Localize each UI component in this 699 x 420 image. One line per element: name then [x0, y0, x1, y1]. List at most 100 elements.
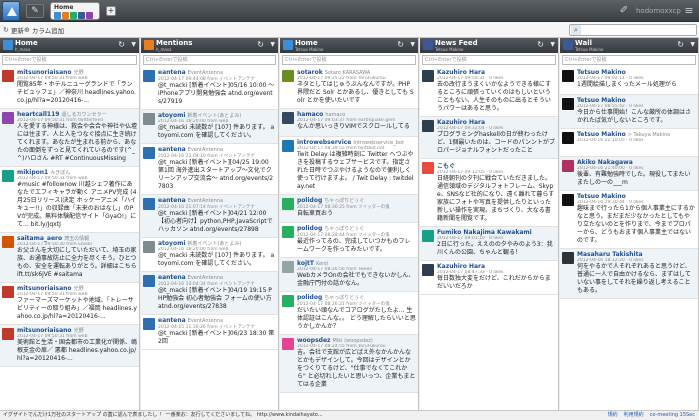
chevron-down-icon[interactable]: ▼ — [690, 41, 695, 48]
add-column-button[interactable]: ⊕ カラム追加 — [24, 25, 64, 35]
tool-icon[interactable]: ✐ — [617, 4, 631, 18]
chevron-down-icon[interactable]: ▼ — [410, 41, 415, 48]
account-tab-home[interactable]: Home — [50, 2, 100, 20]
tweet-author[interactable]: polidog ちゃっぽりどぅぐ — [297, 197, 416, 204]
avatar[interactable] — [562, 70, 574, 82]
refresh-icon[interactable]: ↻ — [118, 40, 125, 49]
avatar[interactable] — [562, 98, 574, 110]
author-name[interactable]: eantena — [158, 317, 186, 324]
avatar[interactable] — [2, 170, 14, 182]
avatar[interactable] — [282, 70, 294, 82]
tweet-author[interactable]: mikipon1 みきぽん — [17, 169, 137, 176]
list-item[interactable]: polidog ちゃっぽりどぅぐ 2012-04-17 08:28:44 from … — [280, 223, 418, 258]
refresh-button[interactable]: ↻ 更新 — [3, 25, 24, 35]
avatar[interactable] — [422, 230, 434, 242]
list-item[interactable]: eantena EventAntenna 2012-04-16 10:04:34 f… — [141, 272, 278, 315]
list-item[interactable]: Tetsuo Makino 2012-04-17 09:02:11 · 0 lik… — [560, 67, 698, 95]
author-name[interactable]: Tetsuo Makino — [577, 131, 626, 138]
avatar[interactable] — [143, 318, 155, 330]
list-item[interactable]: mitsunoriaisano 光野 2012-04-17 09:50:31 fro… — [0, 67, 139, 109]
avatar[interactable] — [143, 275, 155, 287]
user-name[interactable]: hodomoxxcp — [636, 7, 681, 15]
avatar[interactable] — [422, 70, 434, 82]
post-input[interactable]: Ctrl+Enterで投稿 — [143, 55, 276, 65]
avatar[interactable] — [2, 328, 14, 340]
avatar[interactable] — [143, 198, 155, 210]
tweet-author[interactable]: Tetsuo Makino > Takuya Makino — [577, 131, 696, 138]
avatar[interactable] — [282, 112, 294, 124]
refresh-icon[interactable]: ↻ — [677, 40, 684, 49]
tweet-author[interactable]: Kazuhiro Hara — [437, 263, 556, 270]
tweet-author[interactable]: Fumiko Nakajima Kawakami — [437, 229, 556, 236]
author-name[interactable]: heartcall119 — [17, 111, 59, 118]
avatar[interactable] — [143, 241, 155, 253]
list-item[interactable]: atoyomi 新着イベント(あとよみ) 2012-04-16 18:20:00 f… — [141, 110, 278, 144]
tweet-author[interactable]: saitama_aero 埼玉の情報 — [17, 235, 137, 242]
author-name[interactable]: sotarok — [297, 69, 323, 76]
list-item[interactable]: atoyomi 新着イベント(あとよみ) 2012-04-16 18:20:00 f… — [141, 238, 278, 272]
author-name[interactable]: polidog — [297, 197, 322, 204]
avatar[interactable] — [282, 140, 294, 152]
avatar[interactable] — [282, 295, 294, 307]
list-item[interactable]: eantena EventAntenna 2012-04-16 23:04:10 f… — [141, 144, 278, 195]
list-item[interactable]: Kazuhiro Hara 2012-04-17 08:47:33 · 0 lik… — [420, 261, 558, 295]
tweet-author[interactable]: eantena EventAntenna — [158, 146, 276, 153]
tweet-author[interactable]: woopsdez Miki (woopsdez) — [297, 337, 416, 344]
avatar[interactable] — [562, 194, 574, 206]
author-name[interactable]: mitsunoriaisano — [17, 69, 72, 76]
avatar[interactable] — [2, 112, 14, 124]
list-item[interactable]: Tetsuo Makino 2012-04-17 08:55:42 · 0 lik… — [560, 95, 698, 129]
list-item[interactable]: kojtT Kenji 2012-04-17 08:26:56 from Tween… — [280, 258, 418, 292]
author-name[interactable]: polidog — [297, 294, 322, 301]
author-name[interactable]: Akiko Nakagawa — [577, 159, 633, 166]
author-name[interactable]: saitama_aero — [17, 235, 62, 242]
avatar[interactable] — [282, 226, 294, 238]
author-name[interactable]: eantena — [158, 197, 186, 204]
menu-bars-icon[interactable]: ≡ — [682, 4, 696, 18]
status-link[interactable]: co-meeting 15Sec — [650, 411, 695, 420]
post-input[interactable]: Ctrl+Enterで投稿 — [422, 55, 556, 65]
avatar[interactable] — [143, 113, 155, 125]
avatar[interactable] — [143, 70, 155, 82]
tweet-author[interactable]: Kazuhiro Hara — [437, 119, 556, 126]
tweet-author[interactable]: atoyomi 新着イベント(あとよみ) — [158, 112, 276, 119]
compose-icon[interactable]: ✎ — [26, 4, 44, 18]
author-name[interactable]: eantena — [158, 146, 186, 153]
avatar[interactable] — [562, 132, 574, 144]
author-name[interactable]: Masaharu Takishita — [577, 251, 643, 258]
list-item[interactable]: saitama_aero 埼玉の情報 2012-04-17 09:50:30 fro… — [0, 233, 139, 283]
avatar[interactable] — [2, 70, 14, 82]
list-item[interactable]: Kazuhiro Hara 2012-04-17 09:50:31 · 0 lik… — [420, 67, 558, 117]
author-name[interactable]: polidog — [297, 225, 322, 232]
tweet-author[interactable]: Akiko Nakagawa — [577, 159, 696, 166]
avatar[interactable] — [143, 147, 155, 159]
refresh-icon[interactable]: ↻ — [257, 40, 264, 49]
tweet-author[interactable]: mitsunoriaisano 光野 — [17, 69, 137, 76]
list-item[interactable]: polidog ちゃっぽりどぅぐ 2012-04-17 08:26:21 from … — [280, 292, 418, 335]
list-item[interactable]: Masaharu Takishita 2012-04-16 18:12:20 · … — [560, 249, 698, 299]
tweet-author[interactable]: Masaharu Takishita — [577, 251, 696, 258]
author-name[interactable]: Tetsuo Makino — [577, 97, 626, 104]
tweet-author[interactable]: Kazuhiro Hara — [437, 69, 556, 76]
list-item[interactable]: Akiko Nakagawa 2012-04-16 21:40:00 · 0 li… — [560, 157, 698, 191]
tweet-author[interactable]: eantena EventAntenna — [158, 274, 276, 281]
chevron-down-icon[interactable]: ▼ — [550, 41, 555, 48]
author-name[interactable]: woopsdez — [297, 337, 331, 344]
avatar[interactable] — [2, 286, 14, 298]
add-account-button[interactable]: + — [106, 6, 116, 16]
tweet-author[interactable]: mitsunoriaisano 光野 — [17, 327, 137, 334]
tweet-author[interactable]: こもぐ — [437, 161, 556, 170]
author-name[interactable]: introwebservice — [297, 139, 351, 146]
tweet-author[interactable]: heartcall119 還しるカウンセラー — [17, 111, 137, 118]
avatar[interactable] — [422, 264, 434, 276]
list-item[interactable]: sotarok Sotaro KARASAWA 2012-04-17 09:25:2… — [280, 67, 418, 109]
avatar[interactable] — [282, 338, 294, 350]
list-item[interactable]: Tetsuo Makino 2012-04-16 19:30:44 · 0 lik… — [560, 191, 698, 249]
list-item[interactable]: Tetsuo Makino > Takuya Makino 2012-04-16 2… — [560, 129, 698, 157]
list-item[interactable]: mikipon1 みきぽん 2012-04-17 09:50:31 from web… — [0, 167, 139, 233]
tweet-author[interactable]: polidog ちゃっぽりどぅぐ — [297, 225, 416, 232]
post-input[interactable]: Ctrl+Enterで投稿 — [282, 55, 416, 65]
list-item[interactable]: mitsunoriaisano 光野 2012-04-17 09:50:31 fro… — [0, 325, 139, 367]
tweet-author[interactable]: sotarok Sotaro KARASAWA — [297, 69, 416, 76]
author-name[interactable]: Tetsuo Makino — [577, 69, 626, 76]
